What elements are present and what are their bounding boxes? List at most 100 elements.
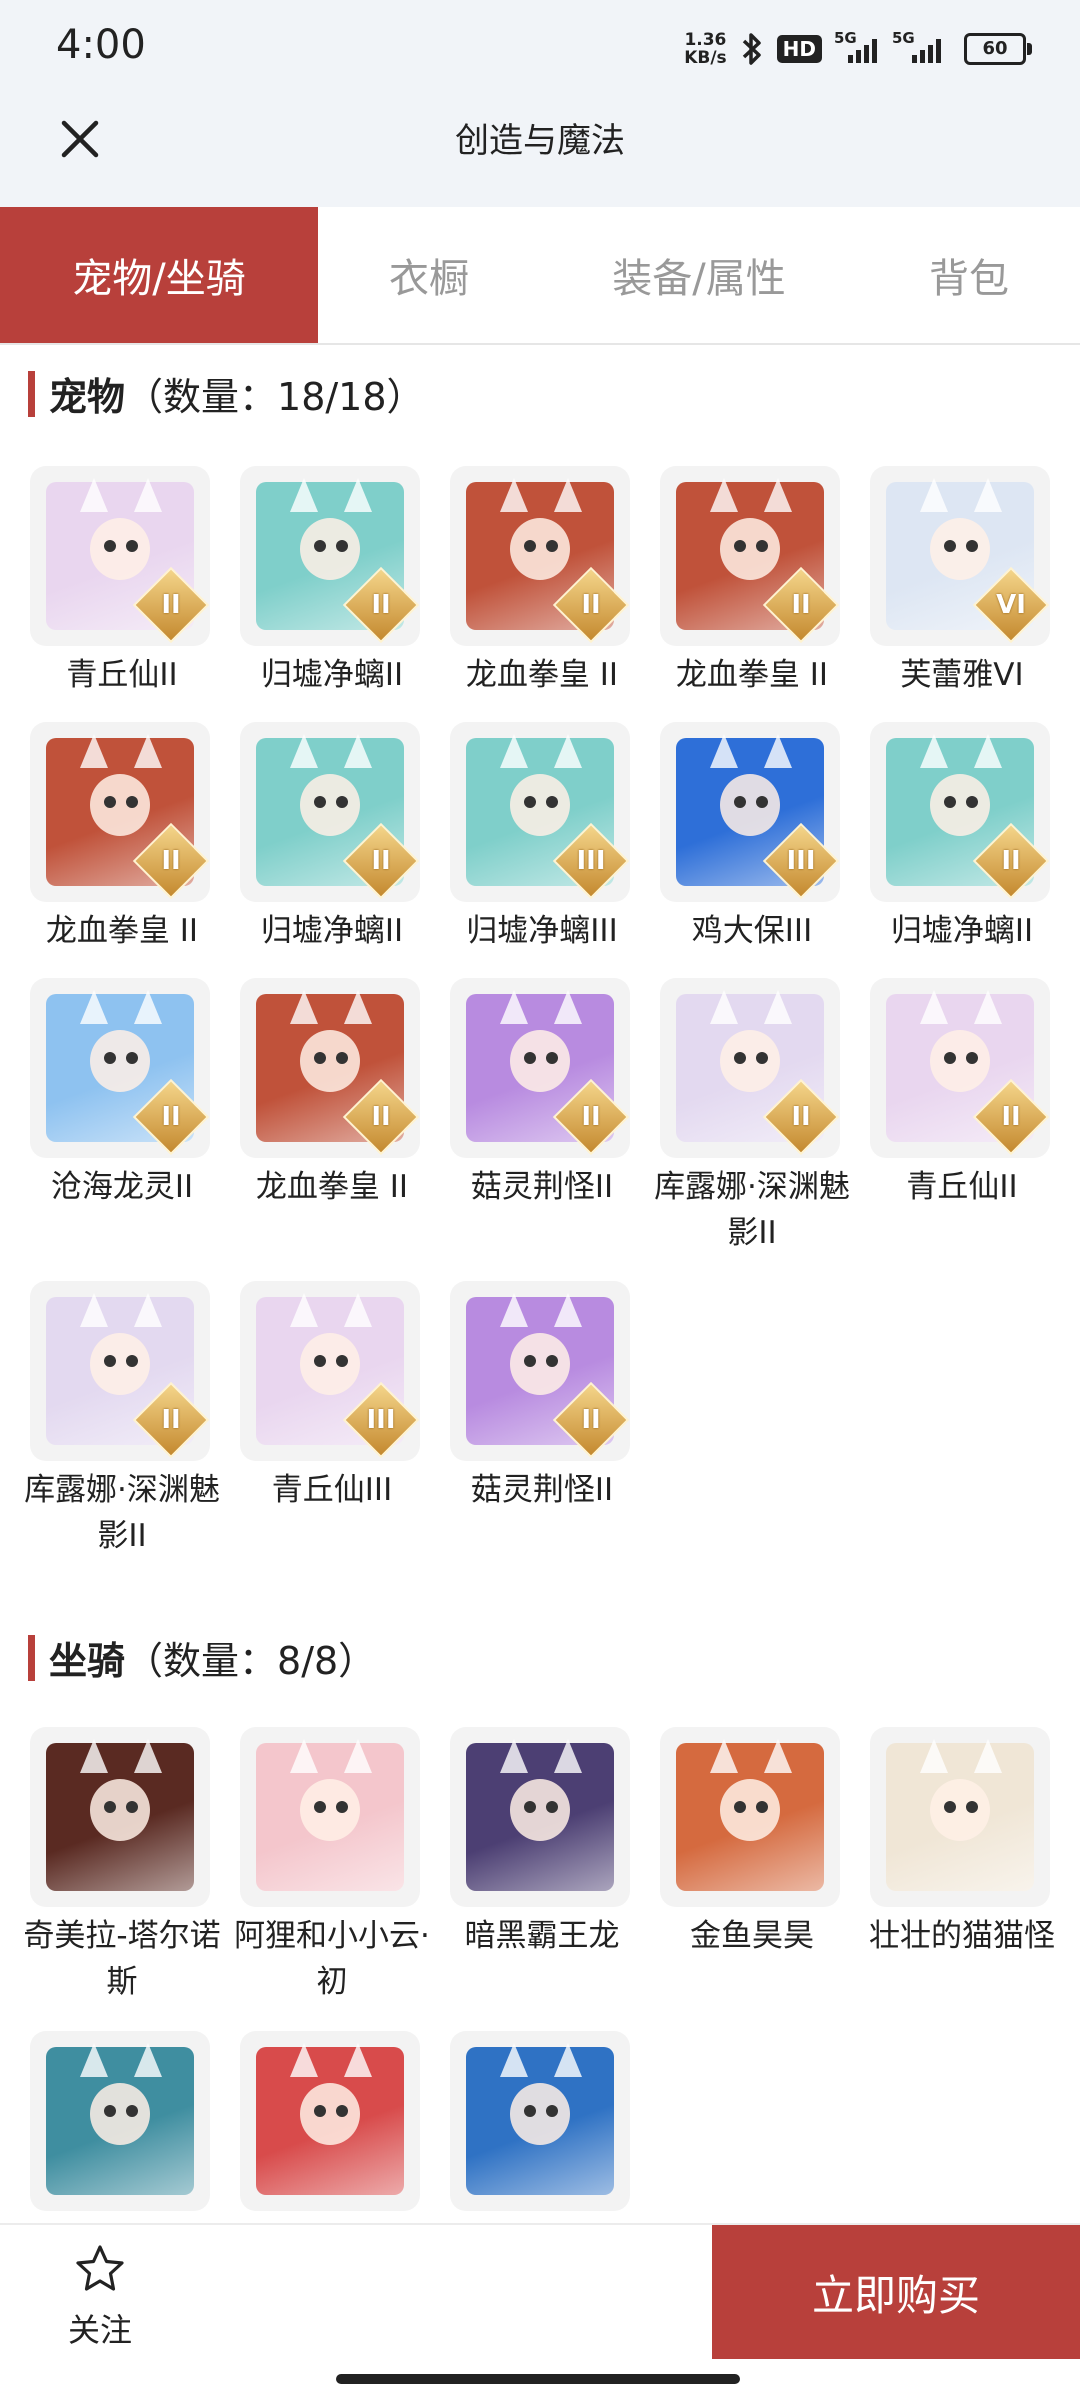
character-ear — [290, 1293, 318, 1327]
tab-wardrobe[interactable]: 衣橱 — [318, 207, 540, 343]
character-eye — [104, 540, 116, 552]
character-face — [720, 1030, 780, 1092]
character-ear — [500, 2043, 528, 2077]
character-eye — [336, 796, 348, 808]
character-ear — [134, 1739, 162, 1773]
mount-card[interactable]: 暗黑霸王龙 — [450, 1727, 634, 1959]
character-ear — [290, 734, 318, 768]
section-accent-bar — [28, 1634, 35, 1681]
pet-name: 归墟净螭III — [466, 913, 618, 949]
pet-card[interactable]: II 库露娜·深渊魅影II — [24, 1281, 220, 1559]
mount-card[interactable]: 壮壮的猫猫怪 — [869, 1727, 1055, 1959]
mount-card[interactable] — [450, 2031, 634, 2217]
pet-card[interactable]: II 菇灵荆怪II — [450, 1281, 634, 1513]
pet-card[interactable]: II 库露娜·深渊魅影II — [654, 978, 850, 1256]
character-ear — [764, 990, 792, 1024]
pet-thumbnail: II — [30, 722, 210, 902]
mount-card[interactable] — [240, 2031, 424, 2217]
character-art — [466, 1739, 614, 1891]
character-eye — [546, 1355, 558, 1367]
status-bar: 4:00 1.36 KB/s HD 5G 5G 60 — [0, 0, 1080, 95]
pet-card[interactable]: II 归墟净螭II — [240, 466, 424, 698]
mount-card[interactable]: 奇美拉-塔尔诺斯 — [23, 1727, 221, 2005]
mount-name: 阿狸和小小云·初 — [234, 1918, 430, 2000]
pet-card[interactable]: III 鸡大保III — [660, 722, 844, 954]
mount-card[interactable] — [30, 2031, 214, 2217]
buy-now-button[interactable]: 立即购买 — [712, 2225, 1080, 2359]
pet-card[interactable]: II 青丘仙II — [30, 466, 214, 698]
character-face — [510, 1779, 570, 1841]
home-indicator — [336, 2374, 740, 2384]
character-ear — [920, 734, 948, 768]
character-eye — [314, 796, 326, 808]
character-eye — [314, 540, 326, 552]
character-face — [300, 774, 360, 836]
character-eye — [966, 796, 978, 808]
pet-card[interactable]: II 归墟净螭II — [870, 722, 1054, 954]
pet-card[interactable]: II 归墟净螭II — [240, 722, 424, 954]
character-face — [300, 1779, 360, 1841]
pet-card[interactable]: II 龙血拳皇 II — [450, 466, 634, 698]
character-eye — [336, 1355, 348, 1367]
tab-equipment-attributes[interactable]: 装备/属性 — [540, 207, 858, 343]
pet-card[interactable]: VI 芙蕾雅VI — [870, 466, 1054, 698]
pet-card[interactable]: II 菇灵荆怪II — [450, 978, 634, 1210]
pet-thumbnail: II — [660, 978, 840, 1158]
pet-name: 龙血拳皇 II — [465, 657, 619, 693]
grade-label: VI — [996, 590, 1026, 620]
mount-card[interactable]: 阿狸和小小云·初 — [234, 1727, 430, 2005]
character-eye — [966, 540, 978, 552]
pet-card[interactable]: III 归墟净螭III — [450, 722, 634, 954]
pet-name: 青丘仙III — [271, 1472, 393, 1508]
character-ear — [290, 1739, 318, 1773]
follow-button[interactable]: 关注 — [60, 2241, 140, 2351]
character-art — [466, 2043, 614, 2195]
character-eye — [944, 796, 956, 808]
pet-thumbnail: III — [450, 722, 630, 902]
hd-badge: HD — [776, 35, 822, 63]
pet-card[interactable]: III 青丘仙III — [240, 1281, 424, 1513]
tab-pets-mounts[interactable]: 宠物/坐骑 — [0, 207, 318, 343]
follow-label: 关注 — [67, 2311, 132, 2349]
character-eye — [756, 1052, 768, 1064]
pet-card[interactable]: II 青丘仙II — [870, 978, 1054, 1210]
character-eye — [524, 1355, 536, 1367]
pet-thumbnail: VI — [870, 466, 1050, 646]
page-title: 创造与魔法 — [455, 121, 625, 161]
pet-thumbnail: II — [450, 466, 630, 646]
character-eye — [734, 1052, 746, 1064]
character-art — [256, 2043, 404, 2195]
grade-label: II — [161, 1102, 181, 1132]
pet-card[interactable]: II 沧海龙灵II — [30, 978, 214, 1210]
character-face — [930, 774, 990, 836]
mount-card[interactable]: 金鱼昊昊 — [660, 1727, 844, 1959]
character-eye — [546, 1801, 558, 1813]
character-ear — [290, 990, 318, 1024]
character-ear — [290, 478, 318, 512]
pet-card[interactable]: II 龙血拳皇 II — [240, 978, 424, 1210]
character-ear — [710, 990, 738, 1024]
mount-thumbnail — [450, 1727, 630, 1907]
section-title: 坐骑 — [49, 1639, 126, 1683]
character-art — [256, 1739, 404, 1891]
character-face — [90, 1030, 150, 1092]
tab-backpack[interactable]: 背包 — [858, 207, 1080, 343]
character-ear — [974, 1739, 1002, 1773]
character-face — [930, 1030, 990, 1092]
character-eye — [336, 2105, 348, 2117]
pet-name: 龙血拳皇 II — [255, 1169, 409, 1205]
pet-card[interactable]: II 龙血拳皇 II — [30, 722, 214, 954]
character-ear — [920, 1739, 948, 1773]
character-ear — [134, 734, 162, 768]
pet-card[interactable]: II 龙血拳皇 II — [660, 466, 844, 698]
grade-label: II — [1001, 846, 1021, 876]
star-icon — [76, 2245, 124, 2291]
character-face — [510, 518, 570, 580]
pet-name: 芙蕾雅VI — [900, 657, 1024, 693]
character-eye — [104, 796, 116, 808]
grade-label: II — [161, 590, 181, 620]
character-ear — [80, 990, 108, 1024]
character-eye — [126, 796, 138, 808]
pet-thumbnail: II — [240, 722, 420, 902]
grade-label: III — [786, 846, 816, 876]
